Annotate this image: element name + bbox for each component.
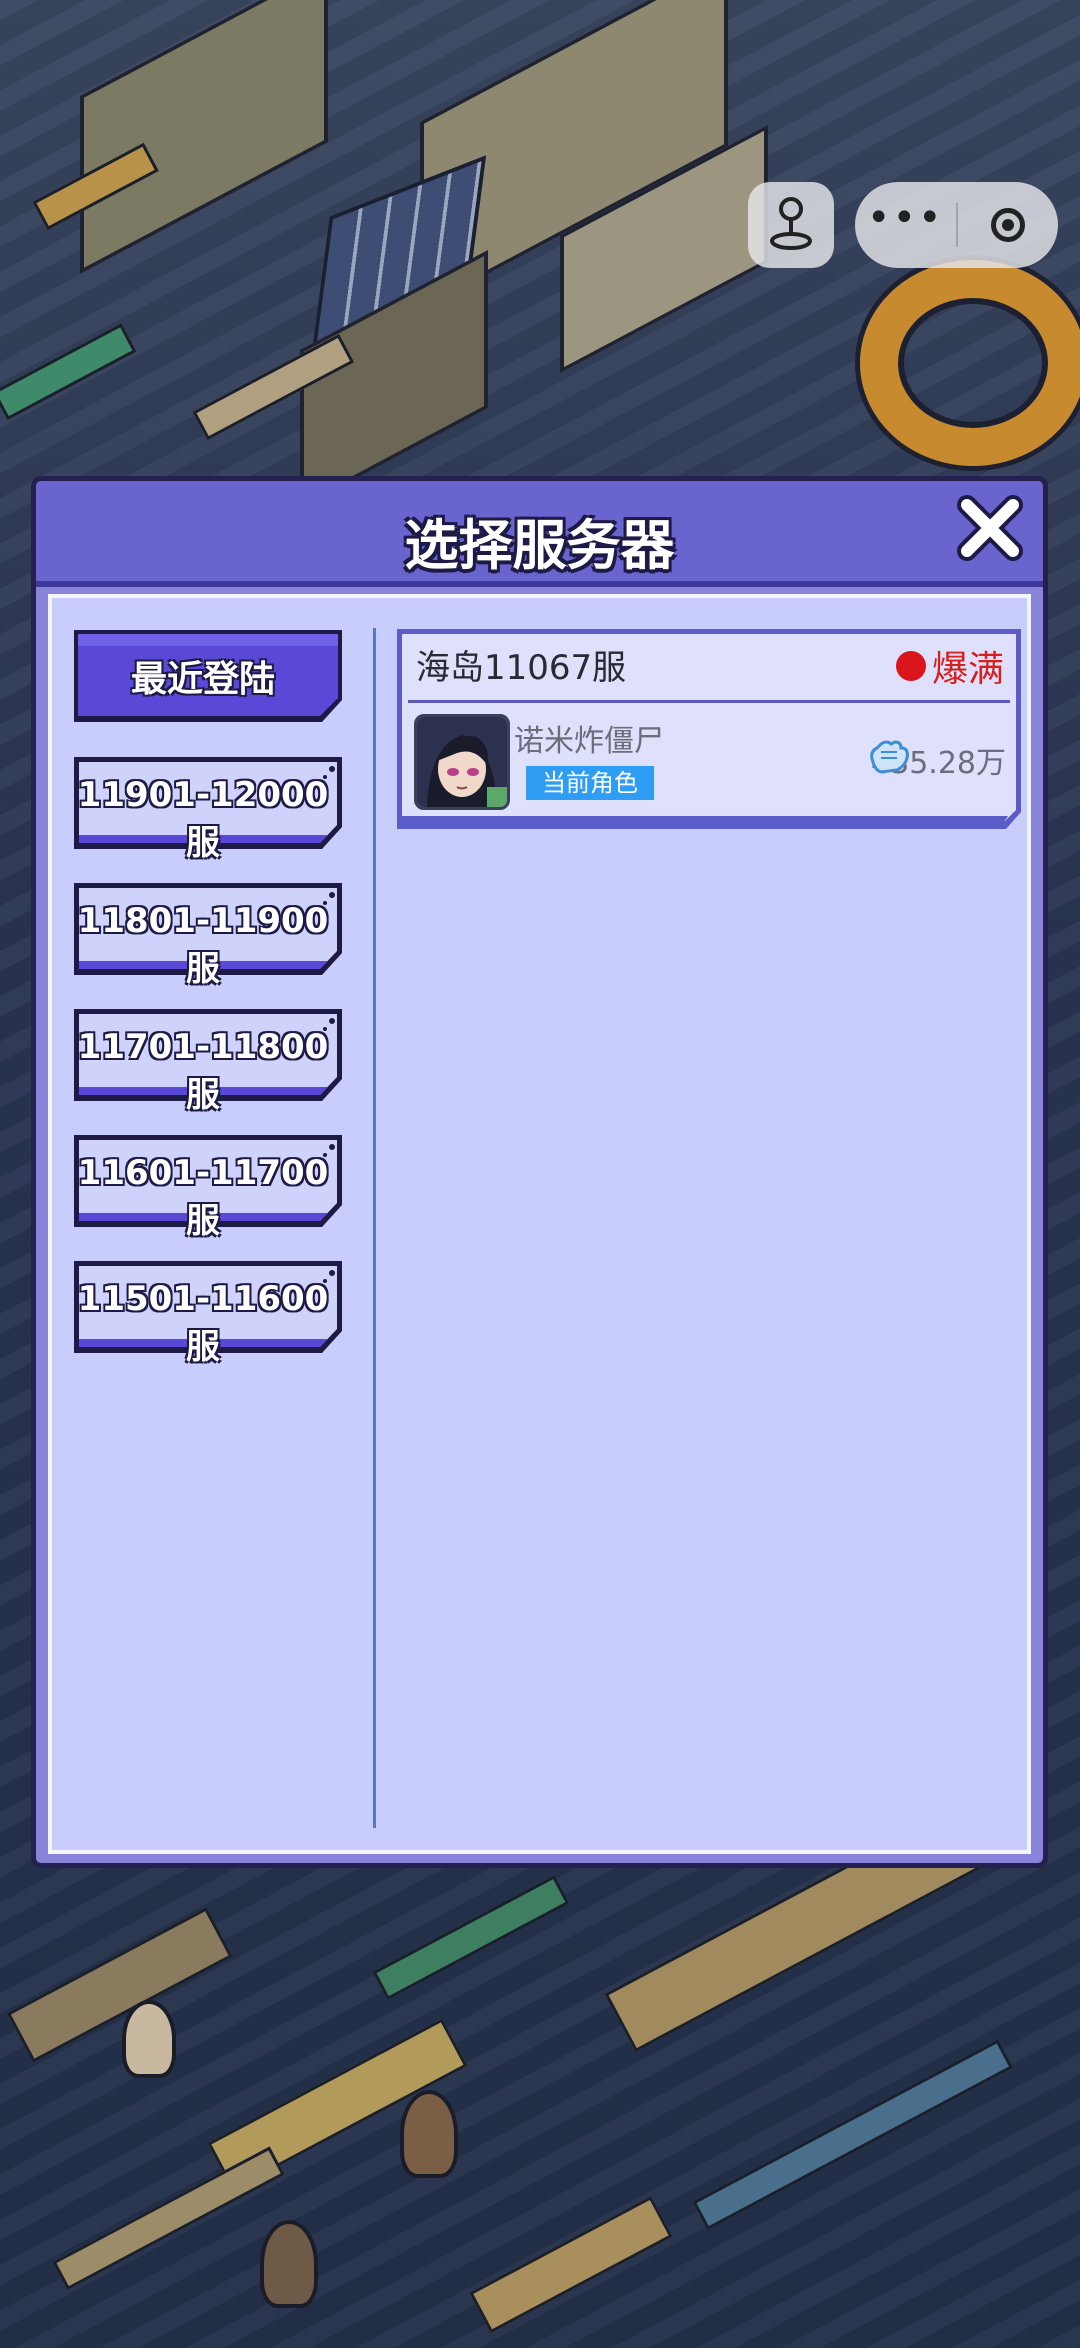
dialog-body: 最近登陆 11901-12000服 11801-11900服 11701-118… bbox=[48, 594, 1031, 1854]
tab-label: 最近登陆 bbox=[130, 659, 275, 700]
dialog-title: 选择服务器 bbox=[404, 514, 675, 577]
survivor-figure bbox=[122, 2000, 176, 2078]
close-button[interactable] bbox=[953, 493, 1027, 567]
tab-label: 11501-11600服 bbox=[77, 1279, 329, 1367]
tab-recent-login[interactable]: 最近登陆 bbox=[70, 626, 346, 722]
status-dot-icon bbox=[895, 651, 926, 681]
tab-label: 11901-12000服 bbox=[77, 775, 329, 863]
card-divider bbox=[408, 700, 1010, 703]
survivor-figure bbox=[400, 2090, 458, 2178]
tab-server-range[interactable]: 11801-11900服 bbox=[70, 879, 346, 989]
tab-server-range[interactable]: 11901-12000服 bbox=[70, 753, 346, 863]
server-name: 海岛11067服 bbox=[416, 648, 627, 688]
tab-server-range[interactable]: 11701-11800服 bbox=[70, 1005, 346, 1115]
more-icon: ••• bbox=[866, 195, 944, 241]
capsule-menu: ••• bbox=[855, 182, 1058, 268]
joystick-icon bbox=[768, 195, 814, 255]
tab-label: 11701-11800服 bbox=[77, 1027, 329, 1115]
status-label: 爆满 bbox=[931, 649, 1004, 690]
more-button[interactable]: ••• bbox=[855, 182, 956, 268]
server-card[interactable]: 海岛11067服 爆满 诺米炸僵尸 当前角色 435.28万 bbox=[394, 626, 1024, 832]
target-icon bbox=[990, 208, 1025, 242]
survivor-figure bbox=[260, 2220, 318, 2308]
tab-label: 11601-11700服 bbox=[77, 1153, 329, 1241]
tab-server-range[interactable]: 11601-11700服 bbox=[70, 1131, 346, 1241]
combat-power: 435.28万 bbox=[867, 738, 1006, 782]
role-name: 诺米炸僵尸 bbox=[514, 724, 664, 759]
server-select-dialog: 选择服务器 最近登陆 11901-12000服 11801-11900服 117… bbox=[31, 476, 1048, 1868]
close-icon bbox=[955, 493, 1025, 567]
life-ring bbox=[860, 260, 1080, 466]
server-status: 爆满 bbox=[895, 640, 1004, 692]
avatar bbox=[414, 714, 510, 810]
dialog-header: 选择服务器 bbox=[36, 481, 1043, 587]
tab-server-range[interactable]: 11501-11600服 bbox=[70, 1257, 346, 1367]
exit-button[interactable] bbox=[958, 182, 1059, 268]
game-center-button[interactable] bbox=[748, 182, 834, 268]
tab-label: 11801-11900服 bbox=[77, 901, 329, 989]
current-role-badge: 当前角色 bbox=[526, 766, 654, 800]
column-divider bbox=[373, 628, 376, 1828]
